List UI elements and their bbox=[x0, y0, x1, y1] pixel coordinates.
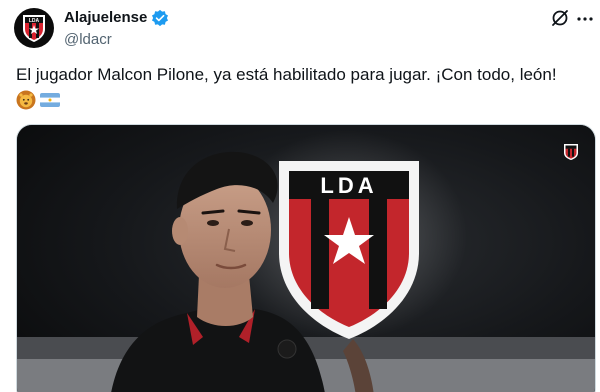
author-name-row: Alajuelense bbox=[64, 8, 169, 28]
tweet-emojis bbox=[16, 90, 60, 110]
tweet: LDA Alajuelense @ldacr El jugador Malcon… bbox=[0, 0, 600, 392]
author-display-name[interactable]: Alajuelense bbox=[64, 8, 147, 28]
tweet-media-video[interactable]: LDA bbox=[16, 124, 596, 392]
lda-watermark-icon bbox=[564, 144, 578, 160]
grok-icon[interactable] bbox=[549, 7, 571, 29]
crest-text: LDA bbox=[320, 173, 377, 198]
avatar[interactable]: LDA bbox=[14, 8, 54, 48]
argentina-flag-emoji bbox=[40, 93, 60, 107]
tweet-text: El jugador Malcon Pilone, ya está habili… bbox=[16, 65, 557, 84]
verified-badge-icon bbox=[152, 9, 169, 27]
more-options-icon[interactable] bbox=[574, 8, 596, 30]
lion-face-emoji bbox=[16, 90, 36, 110]
lda-crest-icon: LDA bbox=[23, 15, 45, 42]
svg-text:LDA: LDA bbox=[29, 18, 40, 24]
video-frame: LDA bbox=[17, 125, 595, 392]
author-handle[interactable]: @ldacr bbox=[64, 30, 112, 50]
